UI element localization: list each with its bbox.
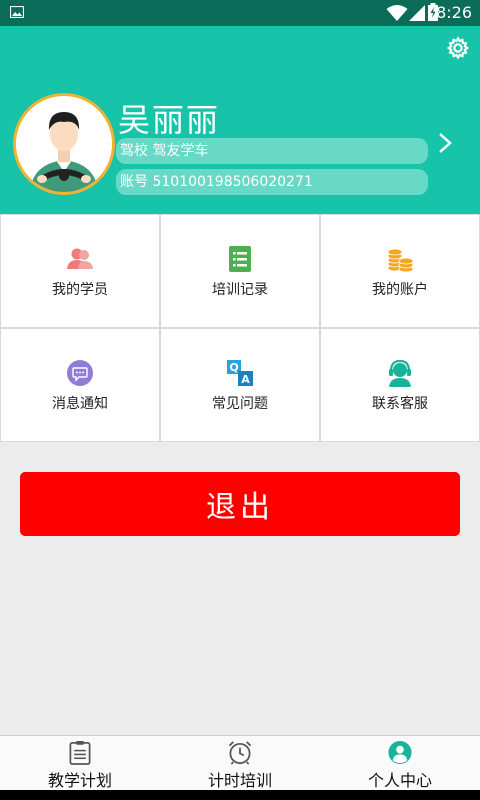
person-icon — [388, 740, 412, 765]
system-navigation-bar — [0, 790, 480, 800]
driver-avatar-icon — [16, 96, 112, 192]
message-icon — [67, 360, 93, 386]
wifi-icon — [386, 5, 408, 21]
menu-training-records[interactable]: 培训记录 — [161, 215, 319, 327]
menu-label: 我的学员 — [52, 282, 108, 298]
menu-label: 我的账户 — [372, 282, 428, 298]
menu-faq[interactable]: Q A 常见问题 — [161, 329, 319, 441]
menu-notifications[interactable]: 消息通知 — [1, 329, 159, 441]
account-number-info: 账号 510100198506020271 — [116, 169, 428, 195]
driving-school-info: 驾校 驾友学车 — [116, 138, 428, 164]
menu-my-account[interactable]: 我的账户 — [321, 215, 479, 327]
records-icon — [229, 246, 251, 272]
menu-label: 消息通知 — [52, 396, 108, 412]
menu-label: 联系客服 — [372, 396, 428, 412]
svg-text:Q: Q — [229, 361, 238, 374]
settings-gear-icon[interactable] — [446, 36, 470, 60]
students-icon — [67, 248, 93, 269]
status-bar: 8:26 — [0, 0, 480, 26]
coins-icon — [387, 248, 414, 273]
avatar[interactable] — [13, 93, 115, 195]
logout-button[interactable]: 退出 — [20, 472, 460, 536]
alarm-clock-icon — [228, 741, 252, 765]
menu-grid: 我的学员 培训记录 我的账户 消息通知 Q A 常见问题 联系客服 — [0, 214, 480, 442]
signal-icon — [409, 5, 425, 21]
user-name: 吴丽丽 — [118, 101, 221, 139]
status-time: 8:26 — [436, 3, 472, 22]
image-notification-icon — [10, 6, 24, 18]
bottom-nav: 教学计划 计时培训 个人中心 — [0, 735, 480, 791]
menu-my-students[interactable]: 我的学员 — [1, 215, 159, 327]
profile-header: 吴丽丽 驾校 驾友学车 账号 510100198506020271 — [0, 26, 480, 214]
tab-teaching-plan[interactable]: 教学计划 — [0, 736, 160, 791]
tab-personal-center[interactable]: 个人中心 — [320, 736, 480, 791]
nav-label: 计时培训 — [207, 771, 272, 790]
menu-label: 培训记录 — [212, 282, 268, 298]
svg-text:A: A — [241, 373, 250, 386]
menu-customer-service[interactable]: 联系客服 — [321, 329, 479, 441]
customer-service-icon — [389, 359, 411, 387]
clipboard-icon — [69, 740, 91, 765]
nav-label: 教学计划 — [47, 771, 112, 790]
qa-icon: Q A — [227, 360, 253, 386]
nav-label: 个人中心 — [367, 771, 432, 790]
chevron-right-icon[interactable] — [437, 132, 453, 154]
tab-timed-training[interactable]: 计时培训 — [160, 736, 320, 791]
menu-label: 常见问题 — [212, 396, 268, 412]
